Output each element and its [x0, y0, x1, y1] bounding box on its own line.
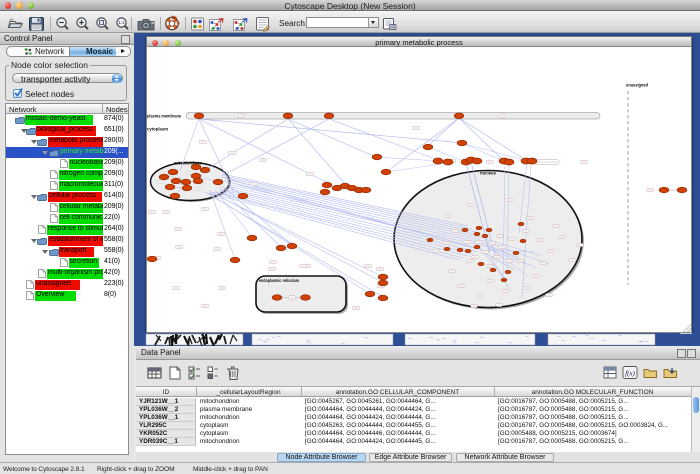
svg-text:nucleus: nucleus — [480, 171, 496, 176]
svg-text:endoplasmic reticulum: endoplasmic reticulum — [259, 278, 299, 283]
svg-text:f(x): f(x) — [625, 370, 635, 378]
svg-text:cytoplasm: cytoplasm — [147, 127, 168, 132]
svg-text:unassigned: unassigned — [626, 83, 648, 88]
svg-text:plasma membrane: plasma membrane — [147, 114, 181, 119]
svg-text:1:1: 1:1 — [118, 20, 125, 25]
